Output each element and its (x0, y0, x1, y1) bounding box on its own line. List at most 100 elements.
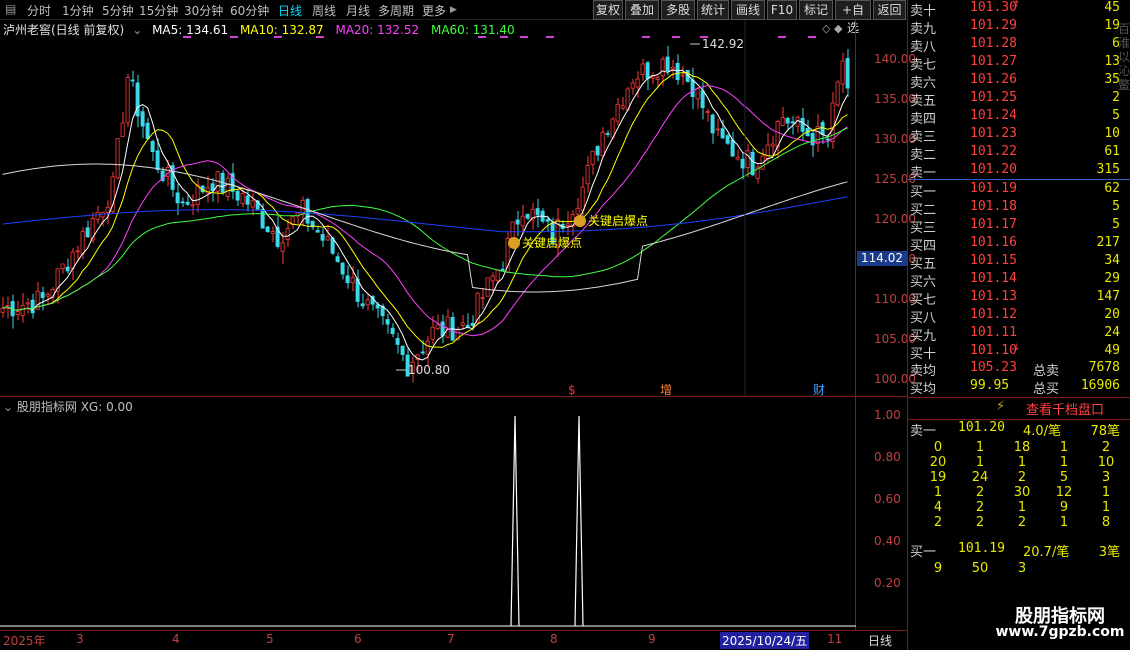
level-label: 卖六 (910, 76, 937, 91)
candle-body (480, 297, 485, 300)
candle-body (605, 133, 610, 135)
level-price: 101.28 (970, 36, 1017, 51)
period-tab-7[interactable]: 周线 (312, 2, 336, 19)
stats-button[interactable]: 统计 (697, 0, 729, 20)
indicator-tick: 0.80 (874, 450, 901, 464)
level-price: 101.15 (970, 253, 1017, 268)
candle-body (710, 114, 715, 134)
period-tab-2[interactable]: 5分钟 (102, 2, 134, 19)
candle-body (525, 213, 530, 219)
watermark: 股朋指标网 www.7gpzb.com (990, 602, 1130, 650)
bid-row: 买四 101.16 217 (908, 235, 1130, 254)
candle-body (465, 325, 470, 327)
candle-body (645, 62, 650, 79)
lightning-icon: ⚡ (996, 399, 1006, 414)
period-tab-1[interactable]: 1分钟 (62, 2, 94, 19)
adjust-button[interactable]: 复权 (593, 0, 623, 20)
candle-body (780, 117, 785, 126)
period-label[interactable]: 日线 (868, 632, 892, 649)
kline-chart[interactable]: 142.92 100.80 关键启爆点关键启爆点 $ 增 财 (0, 20, 856, 396)
candle-body (515, 219, 520, 225)
level-label: 买七 (910, 293, 937, 308)
period-tab-4[interactable]: 30分钟 (184, 2, 223, 19)
date-tick: 7 (447, 632, 455, 646)
f10-button[interactable]: F10 (767, 0, 797, 20)
bid-row: 买三 101.17 5 (908, 217, 1130, 236)
level-volume: 34 (1104, 253, 1120, 268)
candle-body (125, 77, 130, 124)
ask-row: 卖一 101.20 315 (908, 162, 1130, 181)
summary-total-label: 总卖 (1033, 364, 1060, 379)
candle-body (630, 82, 635, 89)
period-tab-6[interactable]: 日线 (278, 2, 302, 19)
candle-body (60, 263, 65, 270)
candle-body (65, 266, 70, 272)
candle-body (145, 122, 150, 140)
period-tab-8[interactable]: 月线 (346, 2, 370, 19)
date-tick: 9 (648, 632, 656, 646)
candle-body (670, 66, 675, 70)
candle-body (700, 90, 705, 109)
level-label: 买六 (910, 275, 937, 290)
period-tab-0[interactable]: 分时 (27, 2, 51, 19)
period-tab-3[interactable]: 15分钟 (139, 2, 178, 19)
date-tick: 2025年 (3, 634, 46, 648)
candle-body (20, 305, 25, 317)
ask1-queue-cell: 5 (1059, 470, 1069, 485)
ask1-queue-cell: 10 (1097, 455, 1115, 470)
more-arrow-icon[interactable]: ▶ (450, 5, 457, 15)
bid1-queue-cell: 3 (1017, 561, 1027, 576)
level-volume: 5 (1112, 199, 1120, 214)
level-label: 买八 (910, 311, 937, 326)
candle-body (610, 118, 615, 138)
candle-body (460, 322, 465, 326)
low-label: 100.80 (408, 363, 450, 377)
candle-body (425, 340, 430, 355)
bid1-queue-cell: 9 (933, 561, 943, 576)
overlay-button[interactable]: 叠加 (625, 0, 659, 20)
candle-body (490, 275, 495, 282)
ask1-queue-cell: 30 (1013, 485, 1031, 500)
queue-price: 101.20 (958, 420, 1005, 435)
ask-row: 卖二 101.22 61 (908, 144, 1130, 163)
level-price: 101.19 (970, 181, 1017, 196)
grid-icon[interactable]: ▤ (5, 2, 16, 16)
ask1-queue-cell: 12 (1055, 485, 1073, 500)
multi-stock-button[interactable]: 多股 (661, 0, 695, 20)
top-marker (778, 36, 786, 38)
level-volume: 24 (1104, 325, 1120, 340)
ask1-queue-cell: 1 (1059, 440, 1069, 455)
candle-body (240, 192, 245, 204)
side-strip: 百淮以沁鳖 (1118, 22, 1130, 92)
level-price: 101.12 (970, 307, 1017, 322)
ask1-queue-cell: 2 (1017, 470, 1027, 485)
period-tab-10[interactable]: 更多 (422, 2, 446, 19)
ask1-queue-cell: 1 (933, 485, 943, 500)
ask1-queue-cell: 3 (1101, 470, 1111, 485)
mark-button[interactable]: 标记 (799, 0, 833, 20)
period-tab-9[interactable]: 多周期 (378, 2, 414, 19)
candle-body (625, 88, 630, 111)
queue-label: 卖一 (910, 424, 937, 439)
candle-body (445, 316, 450, 338)
draw-line-button[interactable]: 画线 (731, 0, 765, 20)
indicator-chart[interactable] (0, 397, 856, 630)
signal-label: 关键启爆点 (588, 214, 648, 228)
level-volume: 61 (1104, 144, 1120, 159)
signal-coin-icon (574, 215, 586, 227)
date-tick: 4 (172, 632, 180, 646)
level-label: 卖二 (910, 148, 937, 163)
candle-body (740, 158, 745, 169)
candle-body (260, 208, 265, 229)
ask1-queue-cell: 4 (933, 500, 943, 515)
date-tick: 5 (266, 632, 274, 646)
period-tab-5[interactable]: 60分钟 (230, 2, 269, 19)
candle-body (360, 303, 365, 307)
add-watchlist-button[interactable]: +自选 (835, 0, 871, 35)
candle-body (810, 132, 815, 146)
candle-body (585, 165, 590, 185)
ask1-queue-cell: 1 (1101, 500, 1111, 515)
back-button[interactable]: 返回 (873, 0, 906, 20)
candle-body (840, 60, 845, 85)
view-full-book-button[interactable]: ⚡ 查看千档盘口 (908, 398, 1130, 418)
